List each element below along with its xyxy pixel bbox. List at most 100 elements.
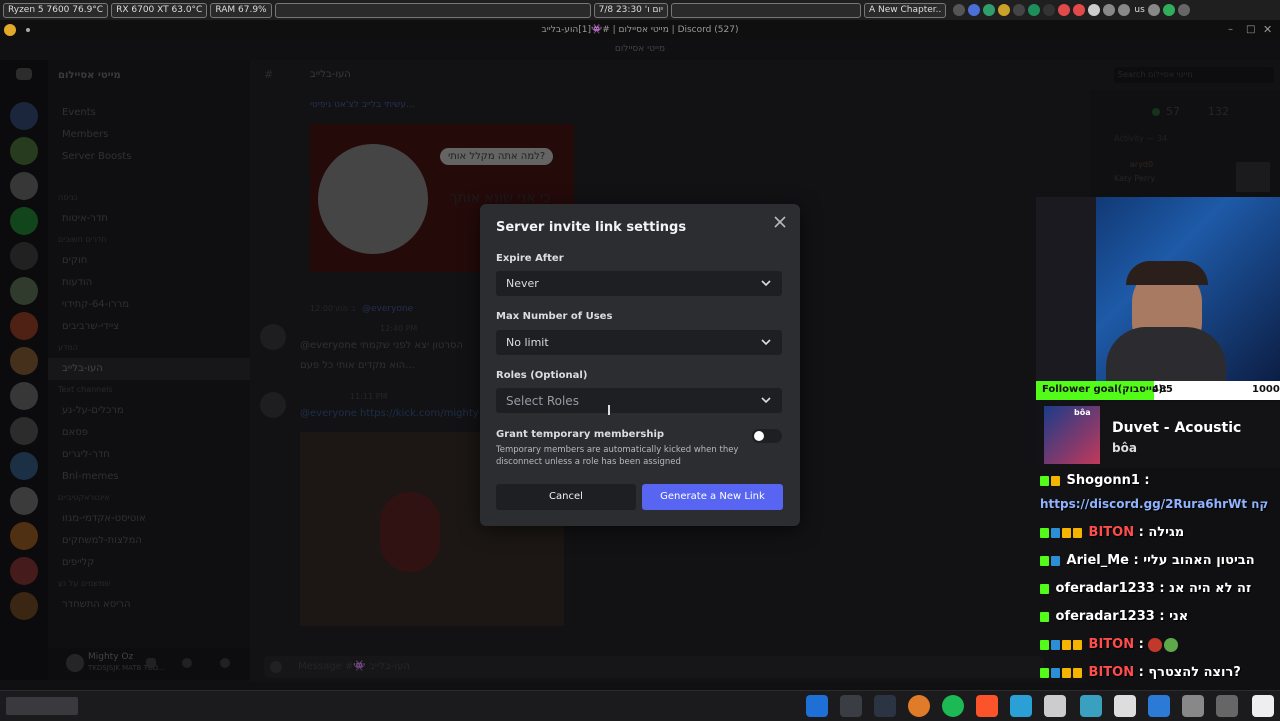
max-uses-select[interactable]: No limit: [496, 330, 782, 355]
temp-membership-label: Grant temporary membership: [496, 429, 665, 440]
chat-username: oferadar1233: [1055, 609, 1155, 624]
tray-icon[interactable]: [953, 4, 966, 16]
stream-chat-message: BITON : רוצה להצטרף?: [1040, 665, 1241, 680]
moderator-badge-icon: [1051, 667, 1060, 678]
kick-badge-icon: [1040, 475, 1049, 486]
active-app-icon[interactable]: [1010, 695, 1032, 717]
app-icon[interactable]: [1080, 695, 1102, 717]
workspace-preview[interactable]: [6, 697, 78, 715]
window-titlebar: מייטי אסיילום | #👾[1]הוע-בלייב | Discord…: [0, 20, 1280, 40]
subscriber-badge-icon: [1051, 475, 1060, 486]
streamer-hair: [1126, 261, 1208, 285]
ram-monitor: RAM 67.9%: [210, 2, 272, 18]
stream-chat-message: BITON : מגילה: [1040, 525, 1184, 540]
window-title: מייטי אסיילום | #👾[1]הוע-בלייב | Discord…: [541, 25, 739, 35]
keyboard-layout[interactable]: us: [1134, 5, 1144, 15]
chat-username: Ariel_Me: [1066, 553, 1129, 568]
song-title: Duvet - Acoustic: [1112, 420, 1242, 436]
taskbar: [0, 690, 1280, 721]
stream-chat-message: oferadar1233 : זה לא היה אנ: [1040, 581, 1251, 596]
roles-select[interactable]: Select Roles: [496, 388, 782, 413]
brightness-icon[interactable]: [1118, 4, 1131, 16]
gpu-monitor: RX 6700 XT 63.0°C: [111, 2, 208, 18]
app-icon[interactable]: [1252, 695, 1274, 717]
chat-username: Shogonn1: [1066, 473, 1140, 488]
discord-taskbar-icon[interactable]: [840, 695, 862, 717]
album-art: bôa: [1044, 406, 1100, 464]
now-playing-widget: bôa Duvet - Acoustic bôa: [1036, 402, 1280, 468]
spotify-icon[interactable]: [942, 695, 964, 717]
generate-link-button[interactable]: Generate a New Link: [642, 484, 783, 510]
chat-text: : אני: [1159, 609, 1189, 624]
media-now-playing[interactable]: A New Chapter..: [863, 2, 947, 18]
max-uses-value: No limit: [506, 336, 549, 349]
moderator-badge-icon: [1051, 639, 1060, 650]
emote-icon: [1148, 637, 1163, 652]
tray-icon[interactable]: [1028, 4, 1041, 16]
moderator-badge-icon: [1051, 527, 1060, 538]
follower-goal-current: 485: [1152, 384, 1173, 395]
chat-username: BITON: [1088, 637, 1135, 652]
modal-title: Server invite link settings: [496, 220, 687, 235]
maximize-icon[interactable]: □: [1246, 24, 1255, 35]
webcam-background: [1036, 197, 1096, 381]
tray-icon[interactable]: [1013, 4, 1026, 16]
close-window-icon[interactable]: ✕: [1263, 23, 1272, 36]
tray-icon[interactable]: [998, 4, 1011, 16]
chat-text: : זה לא היה אנ: [1159, 581, 1252, 596]
battery-icon[interactable]: [1162, 4, 1175, 16]
cancel-button[interactable]: Cancel: [496, 484, 636, 510]
moderator-badge-icon: [1051, 555, 1060, 566]
power-icon[interactable]: [1177, 4, 1190, 16]
roles-placeholder: Select Roles: [506, 393, 579, 408]
subscriber-badge-icon: [1062, 667, 1071, 678]
chat-username: BITON: [1088, 525, 1135, 540]
app-icon[interactable]: [1182, 695, 1204, 717]
files-icon[interactable]: [1114, 695, 1136, 717]
subscriber-badge-icon: [1062, 527, 1071, 538]
kick-badge-icon: [1040, 527, 1049, 538]
chat-text: :: [1144, 473, 1150, 488]
cpu-monitor: Ryzen 5 7600 76.9°C: [3, 2, 109, 18]
expire-label: Expire After: [496, 253, 564, 264]
chevron-down-icon: [761, 280, 771, 287]
chat-username: oferadar1233: [1055, 581, 1155, 596]
temp-membership-toggle[interactable]: [752, 429, 782, 443]
chevron-down-icon: [761, 397, 771, 404]
brave-icon[interactable]: [976, 695, 998, 717]
volume-icon[interactable]: [1103, 4, 1116, 16]
terminal-icon[interactable]: [1216, 695, 1238, 717]
windows-icon[interactable]: [806, 695, 828, 717]
close-icon[interactable]: [772, 214, 788, 230]
clock[interactable]: 7/8 יום ו' 23:30: [593, 2, 668, 18]
tray-icon[interactable]: [983, 4, 996, 16]
streamer-body: [1106, 327, 1226, 381]
tray-icon[interactable]: [1073, 4, 1086, 16]
expire-select[interactable]: Never: [496, 271, 782, 296]
kick-badge-icon: [1040, 639, 1049, 650]
album-text: bôa: [1074, 408, 1091, 417]
chat-text: : הביטון האהוב עליי: [1133, 553, 1255, 568]
roles-label: Roles (Optional): [496, 370, 588, 381]
follower-goal-bar: Follower goal(פייסבוק): 485 1000: [1036, 381, 1280, 400]
stream-chat-message: oferadar1233 : אני: [1040, 609, 1188, 624]
gift-badge-icon: [1073, 639, 1082, 650]
tray-icon[interactable]: [968, 4, 981, 16]
steam-icon[interactable]: [874, 695, 896, 717]
tray-icon[interactable]: [1088, 4, 1101, 16]
tray-icon[interactable]: [1058, 4, 1071, 16]
taskbar-spacer: [274, 2, 591, 18]
stream-chat-message: https://discord.gg/2Rura6hrWt קח: [1040, 497, 1268, 511]
tray-icon[interactable]: [1043, 4, 1056, 16]
network-icon[interactable]: [1147, 4, 1160, 16]
app-icon[interactable]: [1044, 695, 1066, 717]
gift-badge-icon: [1073, 667, 1082, 678]
app-icon[interactable]: [908, 695, 930, 717]
emote-icon: [1164, 637, 1179, 652]
follower-goal-target: 1000: [1252, 384, 1280, 395]
chat-text: :: [1138, 637, 1144, 652]
store-icon[interactable]: [1148, 695, 1170, 717]
minimize-icon[interactable]: –: [1228, 24, 1233, 35]
subscriber-badge-icon: [1062, 639, 1071, 650]
gift-badge-icon: [1073, 527, 1082, 538]
